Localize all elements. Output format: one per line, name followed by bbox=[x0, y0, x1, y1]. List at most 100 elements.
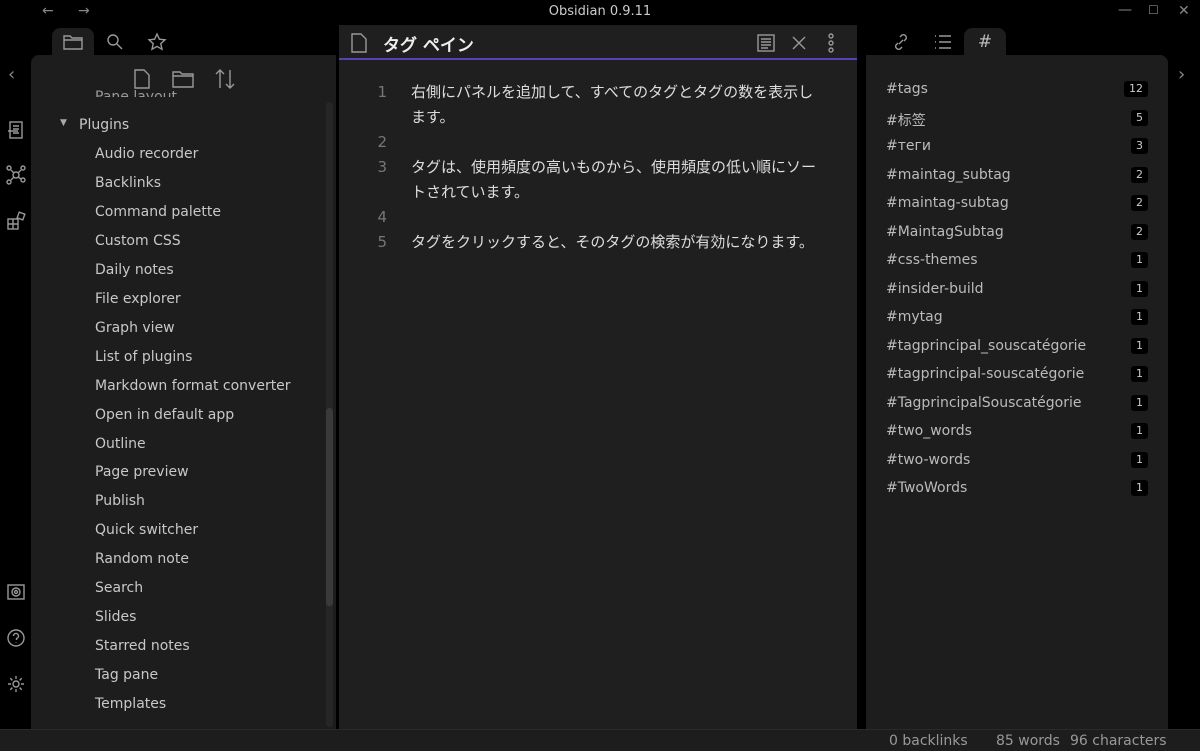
tree-item[interactable]: Starred notes bbox=[95, 638, 190, 654]
tree-item[interactable]: Tag pane bbox=[95, 667, 158, 683]
tree-item[interactable]: Templates bbox=[95, 696, 166, 712]
tag-item[interactable]: #MaintagSubtag 2 bbox=[886, 223, 1148, 240]
tag-item[interactable]: #标签 5 bbox=[886, 109, 1148, 130]
tag-name: #maintag-subtag bbox=[886, 195, 1009, 211]
tag-item[interactable]: #tags 12 bbox=[886, 81, 1148, 97]
tab-outline[interactable] bbox=[922, 28, 964, 55]
line-number: 2 bbox=[377, 133, 387, 151]
tree-item[interactable]: Quick switcher bbox=[95, 522, 198, 538]
tree-item[interactable]: Open in default app bbox=[95, 407, 234, 423]
scrollbar-thumb[interactable] bbox=[326, 408, 333, 606]
tree-item[interactable]: Search bbox=[95, 580, 143, 596]
tree-item-partial[interactable]: Pane layout bbox=[95, 89, 177, 97]
preview-mode-icon[interactable] bbox=[757, 34, 775, 52]
plugins-icon[interactable] bbox=[6, 211, 26, 231]
tree-item[interactable]: File explorer bbox=[95, 291, 181, 307]
note-title[interactable]: タグ ペイン bbox=[383, 31, 474, 56]
word-count: 85 words bbox=[996, 733, 1060, 749]
line-number: 1 bbox=[377, 83, 387, 101]
file-icon bbox=[351, 33, 367, 53]
collapse-right-icon[interactable]: › bbox=[1178, 64, 1185, 85]
collapse-triangle-icon[interactable]: ▼ bbox=[60, 118, 67, 128]
status-bar: 0 backlinks 85 words 96 characters bbox=[0, 729, 1200, 751]
tag-count-badge: 1 bbox=[1131, 394, 1148, 411]
tab-file-explorer[interactable] bbox=[52, 28, 94, 55]
tag-item[interactable]: #TwoWords 1 bbox=[886, 480, 1148, 496]
line-number: 5 bbox=[377, 233, 387, 251]
tag-count-badge: 2 bbox=[1131, 223, 1148, 240]
line-number: 4 bbox=[377, 208, 387, 226]
editor-line[interactable]: 右側にパネルを追加して、すべてのタグとタグの数を表示します。 bbox=[411, 80, 821, 130]
tag-name: #tagprincipal-souscatégorie bbox=[886, 366, 1085, 382]
tag-count-badge: 1 bbox=[1131, 366, 1148, 382]
minimize-button[interactable]: — bbox=[1118, 2, 1132, 18]
tag-item[interactable]: #two_words 1 bbox=[886, 423, 1148, 439]
star-icon bbox=[147, 31, 167, 51]
tree-item[interactable]: Custom CSS bbox=[95, 233, 181, 249]
tag-name: #标签 bbox=[886, 112, 926, 129]
tree-item[interactable]: Backlinks bbox=[95, 175, 161, 191]
help-icon[interactable] bbox=[6, 628, 26, 648]
tag-item[interactable]: #tagprincipal_souscatégorie 1 bbox=[886, 337, 1148, 354]
tag-name: #insider-build bbox=[886, 280, 984, 297]
tag-count-badge: 1 bbox=[1131, 337, 1148, 354]
tab-backlinks[interactable] bbox=[880, 28, 922, 55]
tree-item[interactable]: Outline bbox=[95, 436, 146, 452]
more-options-icon[interactable] bbox=[827, 33, 835, 53]
tree-item[interactable]: Markdown format converter bbox=[95, 378, 291, 394]
tag-pane: #tags 12 #标签 5 #теги 3 #maintag_subtag 2 #mainta… bbox=[866, 55, 1168, 729]
graph-view-icon[interactable] bbox=[6, 165, 26, 185]
settings-gear-icon[interactable] bbox=[6, 674, 26, 694]
editor-pane: タグ ペイン 1 右側にパネルを追加して、すべてのタグとタグの数を表示します。 2 3… bbox=[339, 25, 857, 729]
tag-name: #TagprincipalSouscatégorie bbox=[886, 394, 1082, 411]
tree-item[interactable]: Random note bbox=[95, 551, 189, 567]
tag-item[interactable]: #mytag 1 bbox=[886, 309, 1148, 325]
backlinks-count[interactable]: 0 backlinks bbox=[889, 733, 968, 749]
search-icon bbox=[107, 33, 123, 49]
tree-item[interactable]: Daily notes bbox=[95, 262, 174, 278]
tag-count-badge: 1 bbox=[1131, 252, 1148, 268]
ribbon bbox=[0, 55, 31, 729]
tag-item[interactable]: #maintag-subtag 2 bbox=[886, 195, 1148, 211]
tag-name: #tags bbox=[886, 81, 928, 97]
tag-item[interactable]: #maintag_subtag 2 bbox=[886, 166, 1148, 183]
maximize-button[interactable]: ☐ bbox=[1148, 3, 1159, 17]
tree-item[interactable]: Publish bbox=[95, 493, 145, 509]
file-tree: Pane layout ▼ Plugins Audio recorder Back… bbox=[31, 85, 326, 729]
audio-recorder-icon[interactable] bbox=[6, 582, 26, 602]
tag-name: #tagprincipal_souscatégorie bbox=[886, 337, 1087, 354]
tab-starred[interactable] bbox=[136, 28, 178, 55]
tag-count-badge: 1 bbox=[1131, 309, 1148, 325]
tag-item[interactable]: #css-themes 1 bbox=[886, 252, 1148, 268]
line-number: 3 bbox=[377, 158, 387, 176]
tag-count-badge: 2 bbox=[1131, 195, 1148, 211]
character-count: 96 characters bbox=[1070, 733, 1167, 749]
tag-name: #MaintagSubtag bbox=[886, 223, 1004, 240]
tab-tag-pane[interactable]: # bbox=[964, 28, 1006, 55]
tab-search[interactable] bbox=[94, 28, 136, 55]
editor-line[interactable]: タグは、使用頻度の高いものから、使用頻度の低い順にソートされています。 bbox=[411, 155, 821, 205]
tag-name: #TwoWords bbox=[886, 480, 968, 496]
tree-item[interactable]: List of plugins bbox=[95, 349, 192, 365]
folder-plugins[interactable]: Plugins bbox=[79, 117, 129, 133]
tree-item[interactable]: Slides bbox=[95, 609, 136, 625]
editor-line[interactable]: タグをクリックすると、そのタグの検索が有効になります。 bbox=[411, 230, 821, 255]
hash-icon: # bbox=[977, 31, 993, 52]
tag-item[interactable]: #теги 3 bbox=[886, 138, 1148, 154]
tree-item[interactable]: Graph view bbox=[95, 320, 175, 336]
tag-item[interactable]: #two-words 1 bbox=[886, 451, 1148, 468]
tag-item[interactable]: #TagprincipalSouscatégorie 1 bbox=[886, 394, 1148, 411]
link-icon bbox=[895, 33, 907, 50]
open-quick-switcher-icon[interactable] bbox=[6, 120, 26, 140]
close-icon[interactable] bbox=[791, 35, 807, 51]
tag-item[interactable]: #insider-build 1 bbox=[886, 280, 1148, 297]
tag-name: #maintag_subtag bbox=[886, 166, 1011, 183]
close-window-button[interactable]: ✕ bbox=[1178, 3, 1190, 19]
tag-count-badge: 1 bbox=[1131, 280, 1148, 297]
tag-count-badge: 1 bbox=[1131, 423, 1148, 439]
tag-item[interactable]: #tagprincipal-souscatégorie 1 bbox=[886, 366, 1148, 382]
pane-divider bbox=[857, 25, 866, 729]
tree-item[interactable]: Command palette bbox=[95, 204, 221, 220]
tree-item[interactable]: Page preview bbox=[95, 464, 189, 480]
tree-item[interactable]: Audio recorder bbox=[95, 146, 198, 162]
